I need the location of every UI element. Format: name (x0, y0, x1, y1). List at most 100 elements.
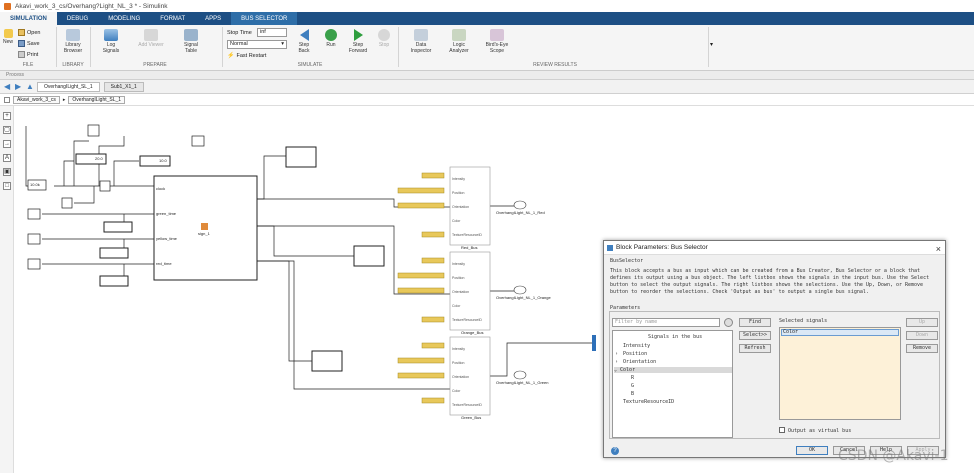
ok-button[interactable]: OK (796, 446, 828, 455)
up-arrow-icon[interactable]: ▲ (26, 83, 34, 91)
toolstrip-expand-icon[interactable]: ▾ (710, 41, 713, 48)
remove-button[interactable]: Remove (906, 344, 938, 353)
dialog-title: Block Parameters: Bus Selector (616, 244, 708, 251)
list-item[interactable]: R (631, 375, 634, 381)
open-label: Open (27, 29, 41, 36)
library-browser-button[interactable]: Library Browser (60, 29, 86, 54)
up-button[interactable]: Up (906, 318, 938, 327)
separator (90, 27, 91, 67)
breadcrumb-item-root[interactable]: Akavi_work_3_cs (13, 95, 60, 104)
simulink-window: Akavi_work_3_cs/Overhang?Light_NL_3 * - … (0, 0, 974, 473)
subsystem-input-yellow: yellow_time (156, 236, 177, 241)
list-item[interactable]: Orientation (623, 359, 656, 365)
find-button[interactable]: Find (739, 318, 771, 327)
step-forward-label: Step Forward (348, 42, 368, 54)
outport-red: OverhangILight_NL_1_Red (496, 210, 545, 215)
bus-ports-orange: Intensity Position Orientation Color Texture… (452, 262, 482, 322)
prepare-section-label: PREPARE (143, 62, 167, 68)
tab-apps[interactable]: APPS (195, 12, 231, 25)
doc-tab-sub[interactable]: Sub1_X1_1 (103, 81, 144, 92)
library-icon (66, 29, 80, 41)
save-button[interactable]: Save (18, 40, 40, 47)
signal-table-button[interactable]: Signal Table (178, 29, 204, 54)
area-icon[interactable]: □ (3, 182, 11, 190)
step-forward-button[interactable]: Step Forward (346, 29, 370, 54)
run-button[interactable]: Run (321, 29, 341, 48)
print-label: Print (27, 51, 39, 58)
ribbon-tabs: SIMULATION DEBUG MODELING FORMAT APPS BU… (0, 12, 974, 25)
step-back-button[interactable]: Step Back (294, 29, 314, 54)
model-browser-icon[interactable] (4, 96, 10, 103)
list-item-selected[interactable]: ⌄ Color (614, 367, 732, 373)
output-as-virtual-bus-checkbox[interactable] (779, 427, 785, 433)
logic-analyzer-button[interactable]: Logic Analyzer (444, 29, 474, 54)
list-item-label: Color (620, 367, 636, 373)
simulation-mode-select[interactable]: Normal ▾ (227, 40, 287, 49)
help-circle-icon[interactable]: ? (611, 447, 619, 455)
zoom-in-icon[interactable]: + (3, 112, 11, 120)
fast-restart-icon: ⚡ (227, 53, 235, 59)
close-icon[interactable]: × (936, 242, 941, 256)
stop-time-field[interactable]: inf (257, 28, 287, 37)
simulation-mode-value: Normal (230, 41, 248, 47)
block-type-label: BusSelector (610, 258, 644, 264)
tab-bus-selector[interactable]: BUS SELECTOR (231, 12, 298, 25)
selected-signals-list[interactable]: Color (779, 327, 901, 420)
subsystem-input-red: red_time (156, 261, 172, 266)
tab-debug[interactable]: DEBUG (57, 12, 98, 25)
clock-value: 10.0k (30, 182, 40, 187)
birds-eye-scope-button[interactable]: Bird's-Eye Scope (482, 29, 512, 54)
subsystem-input-green: green_time (156, 211, 177, 216)
annotation-icon[interactable]: A (3, 154, 11, 162)
filter-options-icon[interactable] (724, 318, 733, 327)
filter-input[interactable]: Filter by name (612, 318, 720, 327)
subsystem-name: sign_1 (198, 231, 210, 236)
birds-eye-label: Bird's-Eye Scope (485, 42, 509, 54)
arrow-icon[interactable]: → (3, 140, 11, 148)
navigation-bar: ◀ ▶ ▲ OverhangILight_SL_1 Sub1_X1_1 (0, 80, 974, 94)
back-arrow-icon[interactable]: ◀ (4, 83, 11, 91)
simulate-section-label: SIMULATE (297, 62, 323, 68)
forward-arrow-icon[interactable]: ▶ (15, 83, 22, 91)
log-signals-button[interactable]: Log Signals (98, 29, 124, 54)
logic-analyzer-label: Logic Analyzer (449, 42, 469, 54)
add-viewer-button[interactable]: Add Viewer (138, 29, 164, 48)
stop-button[interactable]: Stop (375, 29, 393, 48)
table-icon (184, 29, 198, 41)
expand-icon[interactable]: › (615, 351, 618, 357)
tab-format[interactable]: FORMAT (150, 12, 195, 25)
bus-label-red: Red_Bus (461, 245, 478, 250)
window-title: Akavi_work_3_cs/Overhang?Light_NL_3 * - … (15, 2, 168, 10)
select-button[interactable]: Select>> (739, 331, 771, 340)
run-label: Run (326, 42, 336, 48)
tab-modeling[interactable]: MODELING (98, 12, 150, 25)
open-button[interactable]: Open (18, 29, 40, 36)
list-item[interactable]: B (631, 391, 634, 397)
fast-restart-button[interactable]: ⚡ Fast Restart (227, 52, 266, 60)
list-item[interactable]: Intensity (623, 343, 650, 349)
down-button[interactable]: Down (906, 331, 938, 340)
fit-view-icon[interactable]: ▢ (3, 126, 11, 134)
list-item[interactable]: Position (623, 351, 647, 357)
new-icon (3, 29, 13, 38)
tab-simulation[interactable]: SIMULATION (0, 12, 57, 25)
list-item[interactable]: TextureResourceID (623, 399, 674, 405)
expand-icon[interactable]: › (615, 359, 618, 365)
signals-in-bus-list[interactable]: Signals in the bus Intensity › Position … (612, 330, 733, 438)
open-icon (18, 29, 25, 36)
data-inspector-button[interactable]: Data Inspector (406, 29, 436, 54)
bus-ports-red: Intensity Position Orientation Color Texture… (452, 177, 482, 237)
image-icon[interactable]: ▣ (3, 168, 11, 176)
new-button[interactable]: New (2, 29, 14, 45)
refresh-button[interactable]: Refresh (739, 344, 771, 353)
print-button[interactable]: Print (18, 51, 38, 58)
doc-tab-main[interactable]: OverhangILight_SL_1 (37, 81, 100, 92)
breadcrumb-item-model[interactable]: OverhangILight_SL_1 (68, 95, 126, 104)
list-item[interactable]: G (631, 383, 634, 389)
list-item[interactable]: Color (781, 329, 899, 336)
display-value-2: 10.0 (159, 158, 167, 163)
log-signals-label: Log Signals (102, 42, 120, 54)
library-browser-label: Library Browser (63, 42, 83, 54)
prepare-strip: Process (0, 71, 974, 80)
step-back-icon (299, 29, 309, 41)
